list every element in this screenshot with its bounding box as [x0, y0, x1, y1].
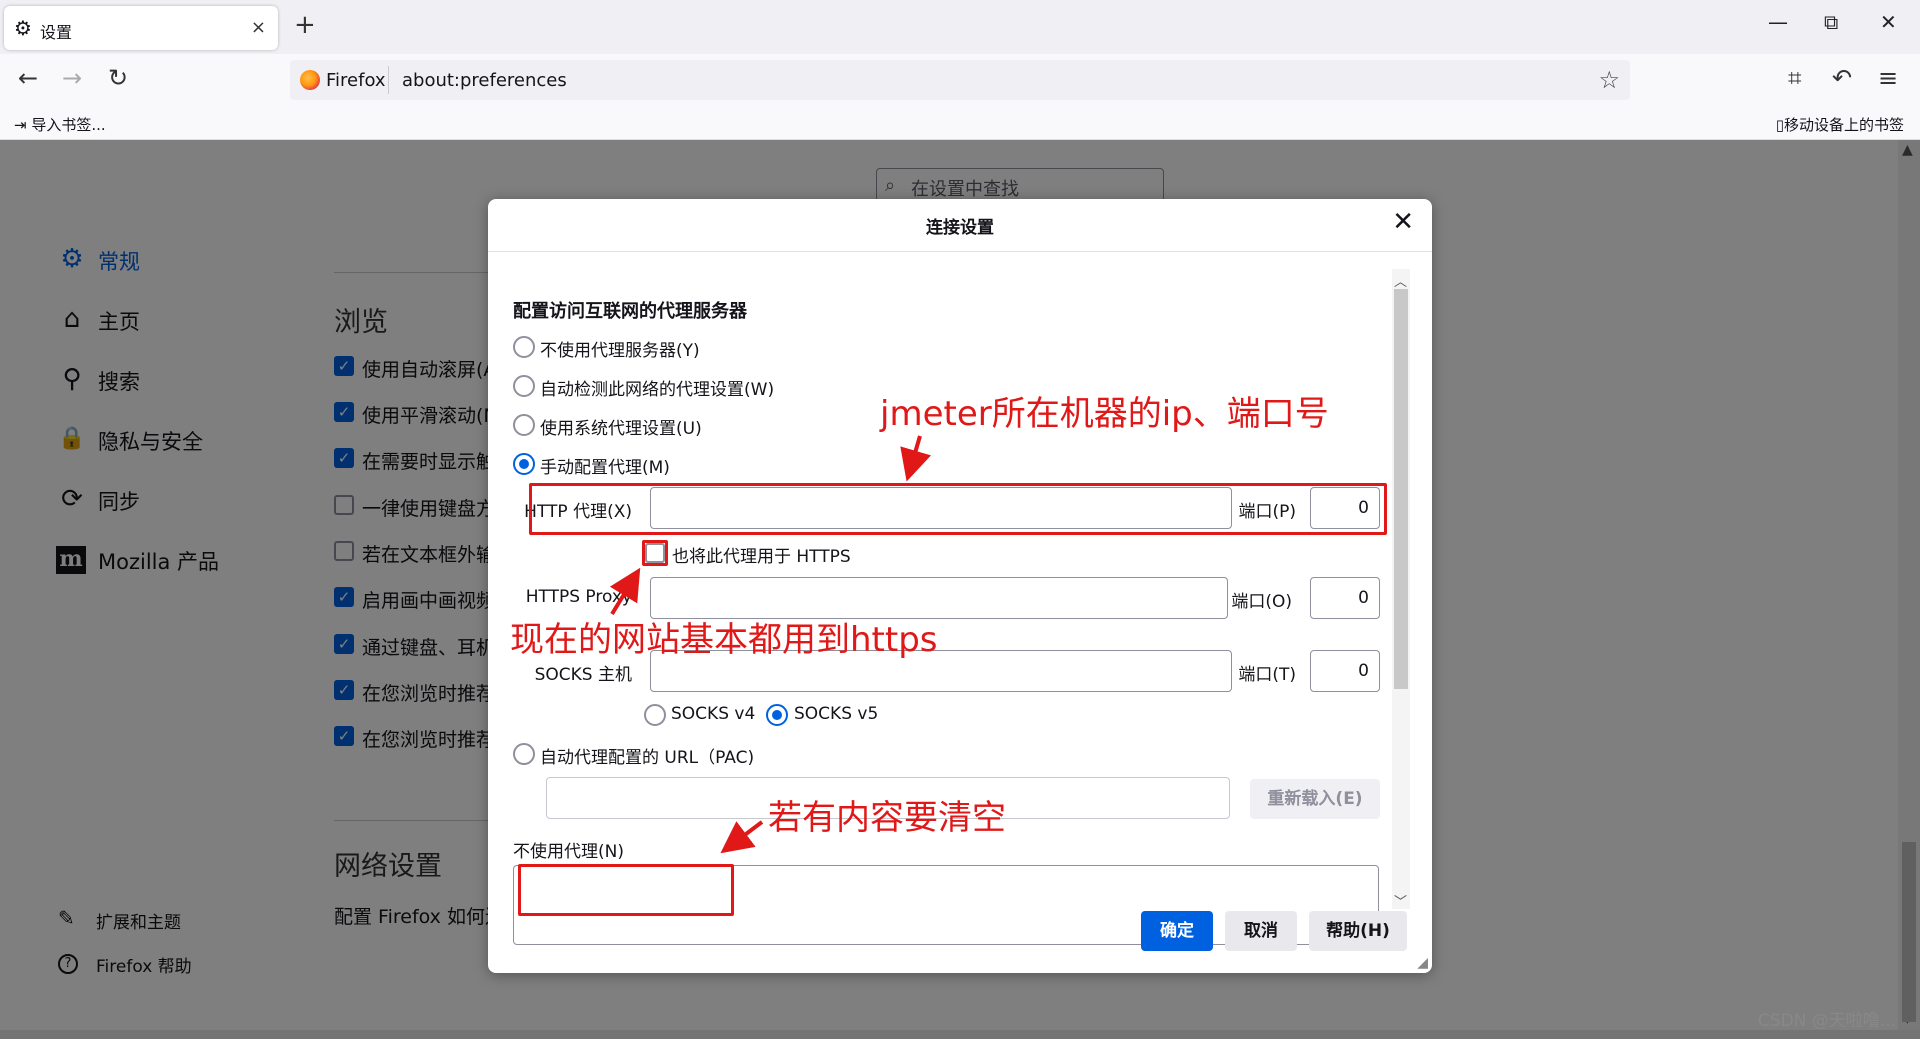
arrow-clear: [720, 820, 764, 854]
arrow-ip-port: [900, 435, 931, 482]
watermark: CSDN @天啦噜...: [1757, 1011, 1896, 1031]
arrow-https: [609, 567, 641, 616]
annotation-arrows: [609, 435, 931, 854]
